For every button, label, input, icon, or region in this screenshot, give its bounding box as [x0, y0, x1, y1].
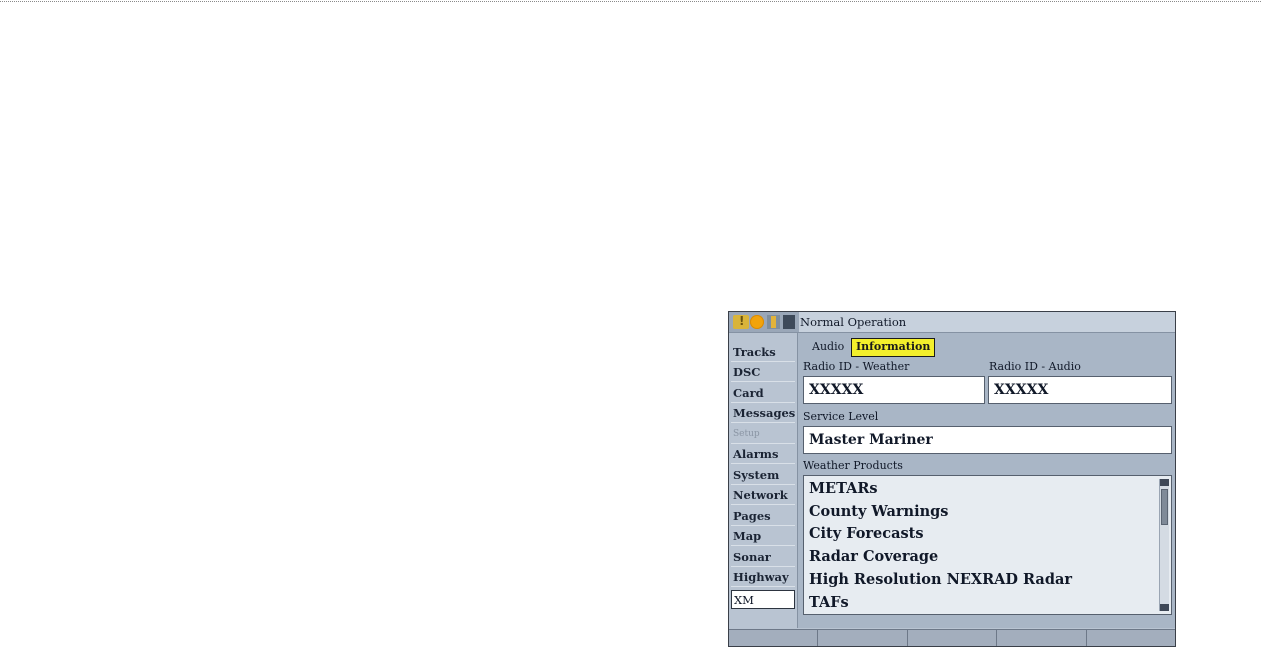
- list-item: TAFs: [809, 594, 849, 611]
- sidebar-item-tracks[interactable]: Tracks: [731, 343, 795, 362]
- list-item: High Resolution NEXRAD Radar: [809, 571, 1072, 588]
- sidebar-item-network[interactable]: Network: [731, 486, 795, 505]
- sun-icon: [750, 315, 764, 329]
- status-icon-strip: [729, 312, 799, 332]
- xm-icon: [783, 315, 795, 329]
- title-bar: Normal Operation: [729, 312, 1175, 333]
- list-scrollbar[interactable]: [1159, 479, 1169, 611]
- page-title: Normal Operation: [800, 315, 907, 329]
- scroll-thumb[interactable]: [1161, 489, 1168, 525]
- radio-id-audio-label: Radio ID - Audio: [989, 360, 1081, 373]
- list-item: METARs: [809, 480, 878, 497]
- scroll-down-arrow-icon[interactable]: [1160, 604, 1169, 611]
- softkey-2[interactable]: [818, 630, 908, 646]
- weather-products-list[interactable]: METARs County Warnings City Forecasts Ra…: [803, 475, 1172, 615]
- softkey-3[interactable]: [908, 630, 997, 646]
- weather-products-label: Weather Products: [803, 459, 903, 472]
- main-menu-sidebar: Tracks DSC Card Messages Setup Alarms Sy…: [729, 333, 797, 628]
- softkey-bar: [729, 629, 1175, 646]
- sidebar-item-highway[interactable]: Highway: [731, 568, 795, 587]
- sidebar-item-setup: Setup: [731, 425, 795, 444]
- softkey-5[interactable]: [1087, 630, 1175, 646]
- sidebar-item-alarms[interactable]: Alarms: [731, 445, 795, 464]
- tower-icon: [767, 315, 780, 329]
- list-item: City Forecasts: [809, 525, 924, 542]
- radio-id-audio-field: XXXXX: [988, 376, 1172, 404]
- sidebar-item-messages[interactable]: Messages: [731, 404, 795, 423]
- sidebar-item-sonar[interactable]: Sonar: [731, 548, 795, 567]
- service-level-label: Service Level: [803, 410, 879, 423]
- sidebar-item-map[interactable]: Map: [731, 527, 795, 546]
- sidebar-item-system[interactable]: System: [731, 466, 795, 485]
- softkey-4[interactable]: [997, 630, 1087, 646]
- radio-id-weather-label: Radio ID - Weather: [803, 360, 910, 373]
- tab-audio[interactable]: Audio: [808, 338, 854, 355]
- device-screen: Normal Operation Tracks DSC Card Message…: [728, 311, 1176, 647]
- list-item: Radar Coverage: [809, 548, 939, 565]
- sidebar-item-dsc[interactable]: DSC: [731, 363, 795, 382]
- info-icon: [733, 314, 749, 329]
- softkey-1[interactable]: [729, 630, 818, 646]
- scroll-up-arrow-icon[interactable]: [1160, 479, 1169, 486]
- list-item: County Warnings: [809, 503, 949, 520]
- sidebar-item-pages[interactable]: Pages: [731, 507, 795, 526]
- service-level-field: Master Mariner: [803, 426, 1172, 454]
- tab-information[interactable]: Information: [851, 338, 936, 357]
- xm-info-panel: Audio Information Radio ID - Weather Rad…: [797, 333, 1175, 628]
- sidebar-item-xm[interactable]: XM: [731, 590, 795, 609]
- radio-id-weather-field: XXXXX: [803, 376, 985, 404]
- page-top-rule: [0, 1, 1261, 2]
- sidebar-item-card[interactable]: Card: [731, 384, 795, 403]
